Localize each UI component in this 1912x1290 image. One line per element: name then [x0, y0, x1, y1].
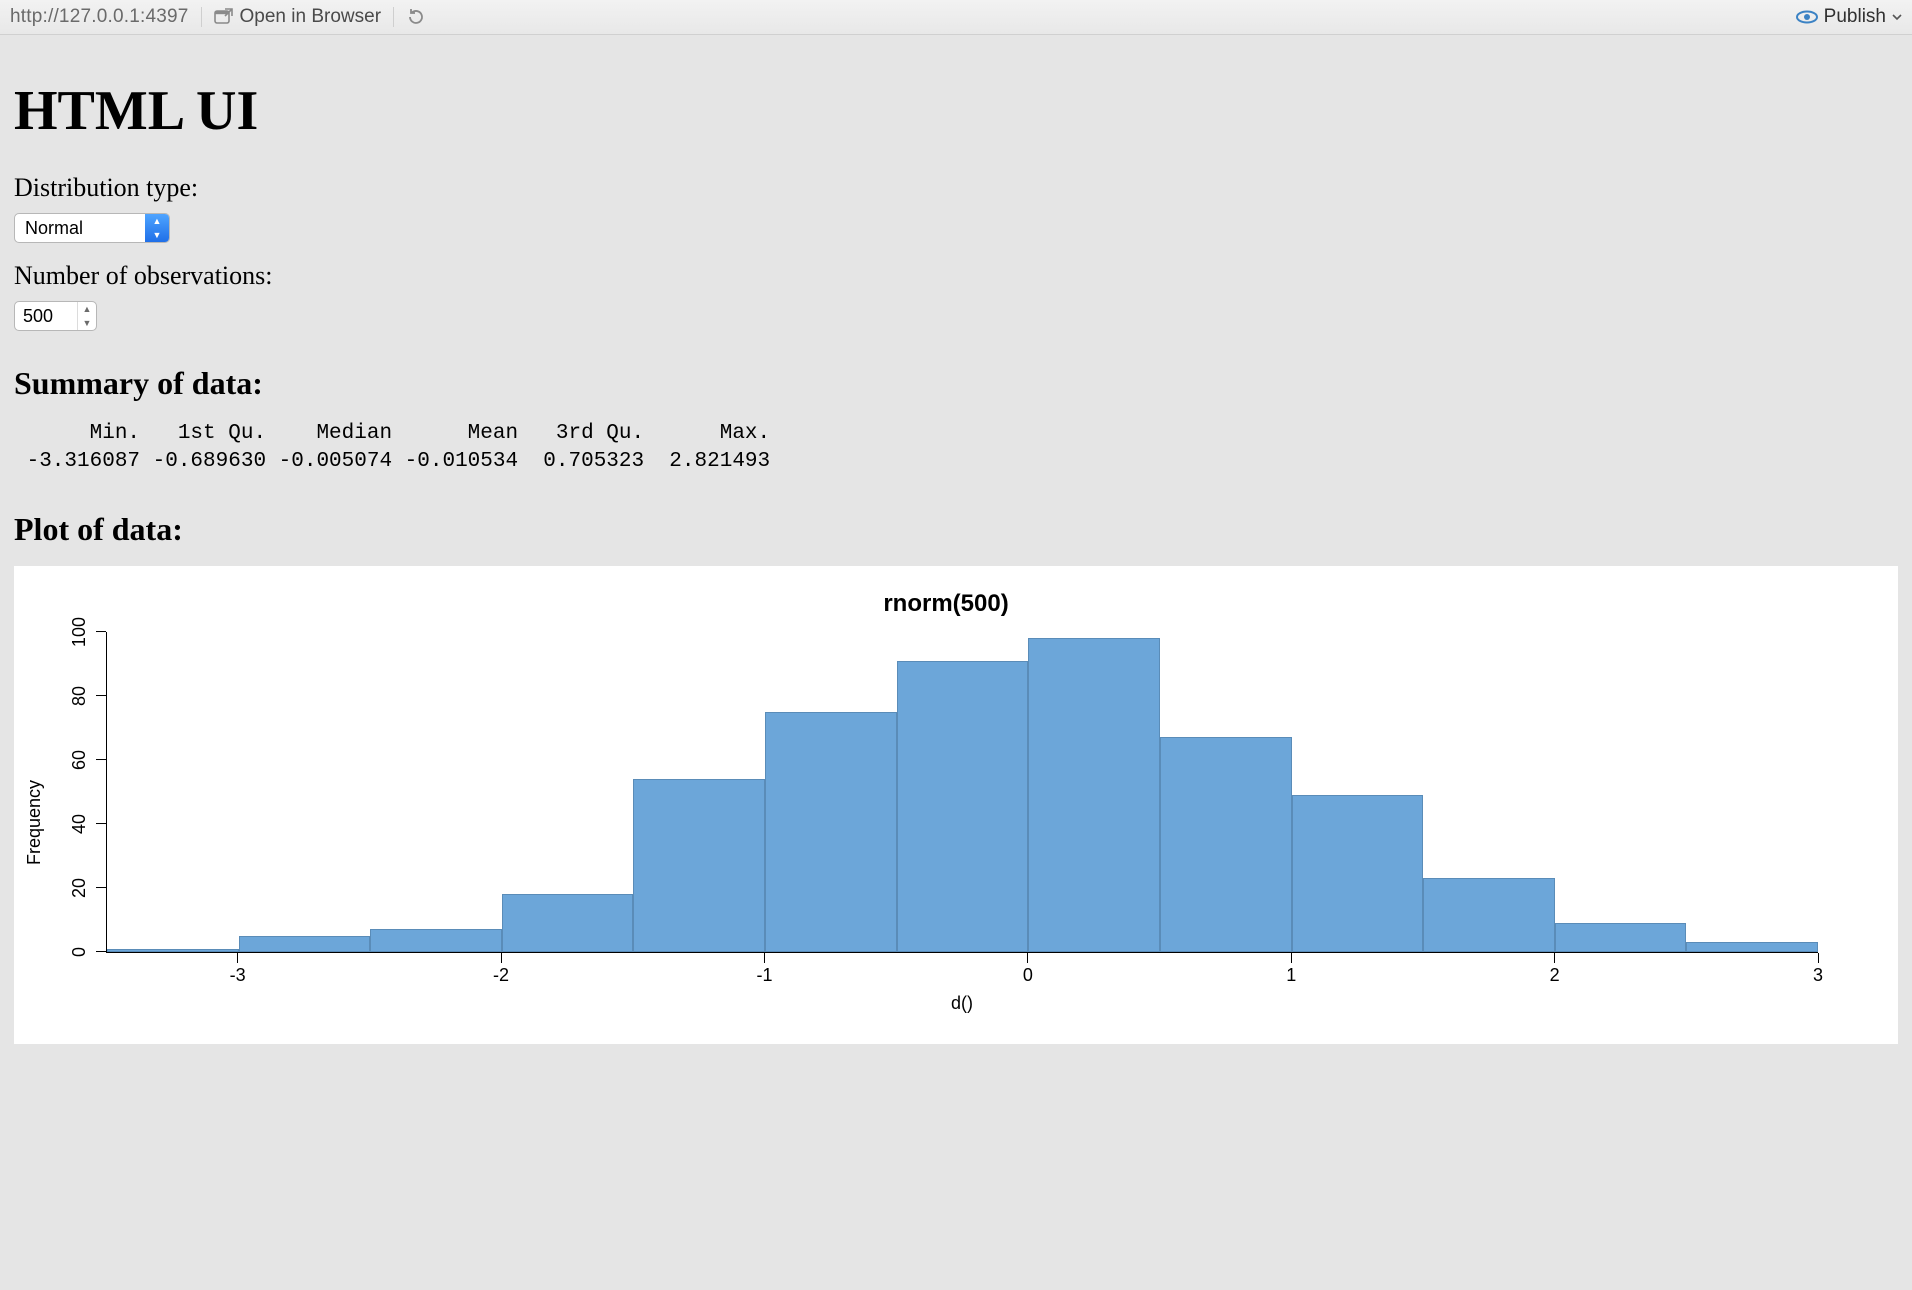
plot-panel: rnorm(500) Frequency 020406080100 -3-2-1… [14, 566, 1898, 1044]
observations-input[interactable]: 500 ▲▼ [14, 301, 97, 331]
x-tick-label: 2 [1550, 965, 1560, 986]
open-in-browser-button[interactable]: Open in Browser [214, 6, 382, 28]
histogram-bar [1686, 942, 1818, 952]
reload-icon [406, 7, 426, 27]
plot-heading: Plot of data: [14, 511, 1898, 548]
y-tick-label: 0 [69, 947, 90, 957]
address-url: http://127.0.0.1:4397 [10, 6, 189, 28]
histogram-bar [897, 661, 1029, 952]
x-tick-mark [1554, 953, 1555, 963]
y-tick-mark [96, 695, 106, 696]
y-tick-label: 20 [69, 878, 90, 898]
publish-icon [1796, 9, 1818, 25]
x-tick-label: 0 [1023, 965, 1033, 986]
y-tick-label: 80 [69, 686, 90, 706]
x-tick-label: 1 [1286, 965, 1296, 986]
histogram-bar [1028, 638, 1160, 952]
y-tick-label: 60 [69, 750, 90, 770]
toolbar-separator [393, 7, 394, 27]
observations-value: 500 [15, 302, 77, 330]
x-tick-mark [501, 953, 502, 963]
select-stepper-icon: ▲▼ [145, 214, 169, 242]
x-tick-mark [1291, 953, 1292, 963]
x-tick-label: -2 [493, 965, 509, 986]
reload-button[interactable] [406, 7, 426, 27]
page-body: HTML UI Distribution type: Normal ▲▼ Num… [0, 35, 1912, 1084]
plot-title: rnorm(500) [24, 590, 1868, 618]
histogram-bar [1292, 795, 1424, 952]
y-tick-mark [96, 823, 106, 824]
histogram-bar [633, 779, 765, 952]
x-axis: -3-2-10123 [106, 953, 1818, 979]
x-tick-label: -3 [230, 965, 246, 986]
y-axis-label: Frequency [24, 632, 48, 953]
x-tick-label: -1 [756, 965, 772, 986]
histogram-bar [765, 712, 897, 952]
histogram-bar [239, 936, 371, 952]
histogram-bar [107, 949, 239, 952]
number-stepper-icon: ▲▼ [77, 302, 96, 330]
distribution-label: Distribution type: [14, 173, 1898, 203]
x-tick-mark [1817, 953, 1818, 963]
x-tick-mark [237, 953, 238, 963]
y-tick-label: 100 [69, 617, 90, 647]
open-in-browser-label: Open in Browser [240, 6, 382, 28]
histogram-bar [370, 929, 502, 951]
y-tick-mark [96, 951, 106, 952]
publish-button[interactable]: Publish [1796, 6, 1902, 28]
x-tick-label: 3 [1813, 965, 1823, 986]
histogram-bar [502, 894, 634, 952]
toolbar-separator [201, 7, 202, 27]
chevron-down-icon [1892, 12, 1902, 22]
x-tick-mark [1027, 953, 1028, 963]
y-axis: 020406080100 [48, 632, 106, 952]
histogram-bar [1160, 737, 1292, 951]
distribution-value: Normal [15, 214, 145, 242]
x-axis-label: d() [106, 993, 1818, 1014]
y-tick-label: 40 [69, 814, 90, 834]
y-tick-mark [96, 631, 106, 632]
y-tick-mark [96, 887, 106, 888]
distribution-select[interactable]: Normal ▲▼ [14, 213, 170, 243]
histogram-bar [1423, 878, 1555, 952]
viewer-toolbar: http://127.0.0.1:4397 Open in Browser Pu… [0, 0, 1912, 35]
x-tick-mark [764, 953, 765, 963]
summary-output: Min. 1st Qu. Median Mean 3rd Qu. Max. -3… [14, 420, 1898, 477]
summary-heading: Summary of data: [14, 365, 1898, 402]
histogram-bar [1555, 923, 1687, 952]
y-tick-mark [96, 759, 106, 760]
window-popout-icon [214, 8, 234, 26]
observations-label: Number of observations: [14, 261, 1898, 291]
plot-area [106, 632, 1818, 953]
page-title: HTML UI [14, 79, 1898, 143]
publish-label: Publish [1824, 6, 1886, 28]
